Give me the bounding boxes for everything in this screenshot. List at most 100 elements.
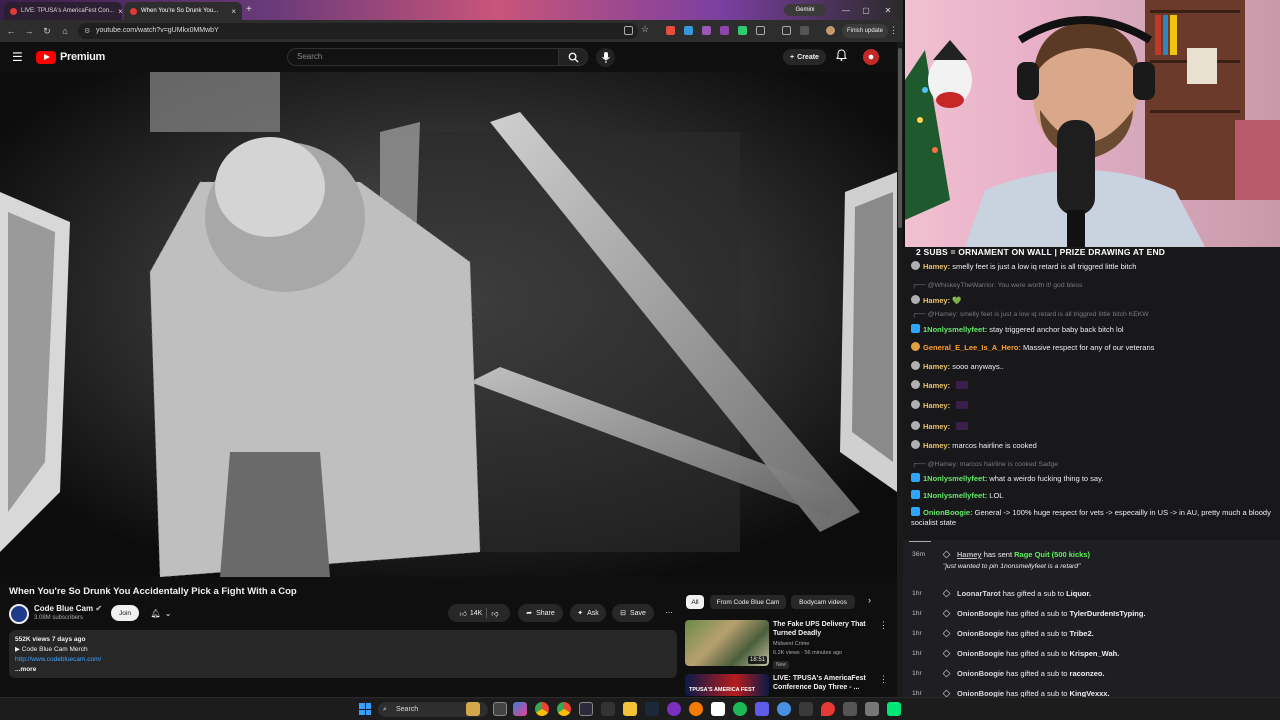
scrollbar-thumb[interactable] [898,48,902,228]
copilot-icon[interactable] [513,702,527,716]
app-icon[interactable] [799,702,813,716]
show-more-link[interactable]: ...more [15,665,671,675]
event-user[interactable]: OnionBoogie [957,609,1004,618]
youtube-logo-icon[interactable] [36,51,56,64]
chat-username[interactable]: OnionBoogie: [923,508,973,517]
reload-icon[interactable]: ↻ [40,24,54,38]
event-user[interactable]: LoonarTarot [957,589,1001,598]
extension-icon[interactable] [720,26,729,35]
app-icon[interactable] [821,702,835,716]
install-icon[interactable] [624,26,633,35]
app-icon[interactable] [579,702,593,716]
channel-avatar[interactable] [9,604,29,624]
event-user[interactable]: OnionBoogie [957,649,1004,658]
app-icon[interactable] [777,702,791,716]
file-explorer-icon[interactable] [623,702,637,716]
chat-username[interactable]: 1Nonlysmellyfeet: [923,325,987,334]
extension-icon[interactable] [684,26,693,35]
terminal-icon[interactable] [601,702,615,716]
maximize-icon[interactable]: ▢ [858,3,874,17]
more-actions-icon[interactable]: ⋯ [660,604,678,622]
chat-username[interactable]: Hamey: [923,422,950,431]
profile-avatar-icon[interactable] [826,26,835,35]
extension-icon[interactable] [702,26,711,35]
chip-all[interactable]: All [686,595,704,609]
app-icon[interactable] [865,702,879,716]
like-button[interactable]: 👍︎ 14K [460,609,483,618]
chat-username[interactable]: Hamey: [923,262,950,271]
voice-search-button[interactable] [596,48,615,67]
description-box[interactable]: 552K views 7 days ago ▶ Code Blue Cam Me… [9,630,677,678]
search-button[interactable] [558,48,588,66]
chat-username[interactable]: 1Nonlysmellyfeet: [923,491,987,500]
video-player[interactable] [0,72,897,577]
close-tab-icon[interactable]: × [118,7,122,16]
create-button[interactable]: + Create [783,49,826,65]
chat-username[interactable]: 1Nonlysmellyfeet: [923,474,987,483]
extensions-puzzle-icon[interactable] [756,26,765,35]
app-icon[interactable] [667,702,681,716]
channel-name[interactable]: Code Blue Cam ✔ [34,604,102,613]
app-icon[interactable] [755,702,769,716]
thumbs-down-icon[interactable]: 👎︎ [491,609,498,618]
chat-username[interactable]: Hamey: [923,362,950,371]
chevron-right-icon[interactable]: › [868,595,871,605]
youtube-brand-label[interactable]: Premium [60,51,105,63]
recommendation-title[interactable]: LIVE: TPUSA's AmericaFest Conference Day… [773,674,873,692]
chip-bodycam[interactable]: Bodycam videos [791,595,855,609]
hamburger-menu-icon[interactable]: ☰ [12,50,26,64]
recommendation-title[interactable]: The Fake UPS Delivery That Turned Deadly [773,620,873,638]
chat-username[interactable]: Hamey: [923,381,950,390]
app-icon[interactable] [711,702,725,716]
url-field[interactable]: youtube.com/watch?v=gUMkx0MMwbY [78,23,638,39]
event-user[interactable]: OnionBoogie [957,669,1004,678]
home-icon[interactable]: ⌂ [58,24,72,38]
recommendation-channel[interactable]: Midwest Crime [773,640,809,648]
share-button[interactable]: ➦ Share [518,604,563,622]
site-info-icon[interactable]: ⚙ [84,27,90,35]
app-icon[interactable] [887,702,901,716]
merch-link[interactable]: http://www.codebluecam.com/ [15,655,671,665]
extension-icon[interactable] [738,26,747,35]
app-icon[interactable] [843,702,857,716]
gemini-button[interactable]: Gemini [784,4,826,16]
minimize-icon[interactable]: — [838,3,854,17]
browser-menu-icon[interactable]: ⋮ [889,25,898,36]
recommendation-thumbnail[interactable]: TPUSA'S AMERICA FEST [685,674,769,696]
downloads-icon[interactable] [800,26,809,35]
save-button[interactable]: ⊟ Save [612,604,654,622]
back-icon[interactable]: ← [4,24,18,38]
side-panel-icon[interactable] [782,26,791,35]
ask-button[interactable]: ✦ Ask [570,604,606,622]
new-tab-icon[interactable]: + [246,4,252,15]
chat-username[interactable]: General_E_Lee_Is_A_Hero: [923,343,1021,352]
tab-tpusa-live[interactable]: LIVE: TPUSA's AmericaFest Con... × [4,2,122,20]
join-button[interactable]: Join [111,605,139,621]
more-options-icon[interactable]: ⋮ [879,674,888,685]
event-user[interactable]: OnionBoogie [957,629,1004,638]
account-avatar[interactable] [863,49,879,65]
obs-icon[interactable] [689,702,703,716]
tab-current-video[interactable]: When You're So Drunk You... × [124,2,242,20]
forward-icon[interactable]: → [22,24,36,38]
subscribe-bell-button[interactable]: 🔔︎ ⌄ [146,605,176,621]
chat-username[interactable]: Hamey: [923,441,950,450]
chat-username[interactable]: Hamey: [923,401,950,410]
close-tab-icon[interactable]: × [231,7,236,16]
search-highlight-icon[interactable] [466,702,480,716]
chip-from-channel[interactable]: From Code Blue Cam [710,595,786,609]
windows-start-icon[interactable] [359,703,371,715]
spotify-icon[interactable] [733,702,747,716]
more-options-icon[interactable]: ⋮ [879,620,888,631]
extension-icon[interactable] [666,26,675,35]
chrome-icon[interactable] [557,702,571,716]
event-user[interactable]: Hamey [957,550,982,559]
chat-username[interactable]: Hamey: [923,296,950,305]
search-input[interactable]: Search [287,48,559,66]
task-view-icon[interactable] [493,702,507,716]
notifications-bell-icon[interactable] [836,49,847,64]
window-close-icon[interactable]: ✕ [880,3,896,17]
finish-update-button[interactable]: Finish update [842,24,888,38]
bookmark-star-icon[interactable]: ☆ [641,24,649,35]
chrome-icon[interactable] [535,702,549,716]
